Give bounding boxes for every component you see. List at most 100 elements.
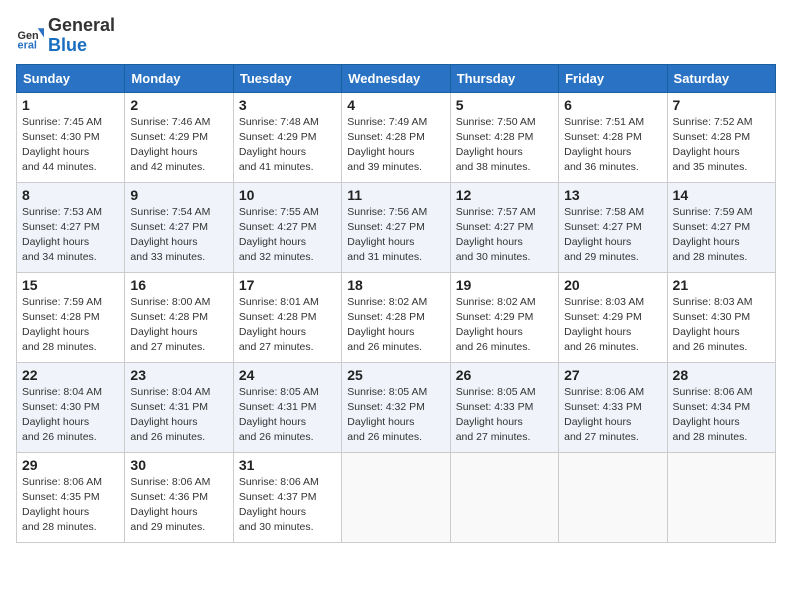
day-number: 12: [456, 187, 553, 203]
day-number: 22: [22, 367, 119, 383]
day-number: 30: [130, 457, 227, 473]
day-info: Sunrise: 8:02 AM Sunset: 4:28 PM Dayligh…: [347, 295, 444, 356]
calendar-cell: 7 Sunrise: 7:52 AM Sunset: 4:28 PM Dayli…: [667, 92, 775, 182]
calendar-header-sunday: Sunday: [17, 64, 125, 92]
day-info: Sunrise: 7:58 AM Sunset: 4:27 PM Dayligh…: [564, 205, 661, 266]
calendar-week-5: 29 Sunrise: 8:06 AM Sunset: 4:35 PM Dayl…: [17, 452, 776, 542]
day-info: Sunrise: 7:48 AM Sunset: 4:29 PM Dayligh…: [239, 115, 336, 176]
calendar-cell: 26 Sunrise: 8:05 AM Sunset: 4:33 PM Dayl…: [450, 362, 558, 452]
calendar-cell: 11 Sunrise: 7:56 AM Sunset: 4:27 PM Dayl…: [342, 182, 450, 272]
calendar-cell: 9 Sunrise: 7:54 AM Sunset: 4:27 PM Dayli…: [125, 182, 233, 272]
calendar-week-3: 15 Sunrise: 7:59 AM Sunset: 4:28 PM Dayl…: [17, 272, 776, 362]
day-info: Sunrise: 8:06 AM Sunset: 4:33 PM Dayligh…: [564, 385, 661, 446]
calendar-header-friday: Friday: [559, 64, 667, 92]
day-info: Sunrise: 7:46 AM Sunset: 4:29 PM Dayligh…: [130, 115, 227, 176]
calendar-cell: 29 Sunrise: 8:06 AM Sunset: 4:35 PM Dayl…: [17, 452, 125, 542]
calendar-header-tuesday: Tuesday: [233, 64, 341, 92]
day-info: Sunrise: 8:00 AM Sunset: 4:28 PM Dayligh…: [130, 295, 227, 356]
day-number: 25: [347, 367, 444, 383]
calendar: SundayMondayTuesdayWednesdayThursdayFrid…: [16, 64, 776, 543]
calendar-cell: 22 Sunrise: 8:04 AM Sunset: 4:30 PM Dayl…: [17, 362, 125, 452]
calendar-cell: [450, 452, 558, 542]
day-info: Sunrise: 8:05 AM Sunset: 4:31 PM Dayligh…: [239, 385, 336, 446]
day-number: 14: [673, 187, 770, 203]
calendar-cell: 4 Sunrise: 7:49 AM Sunset: 4:28 PM Dayli…: [342, 92, 450, 182]
day-number: 6: [564, 97, 661, 113]
day-info: Sunrise: 7:57 AM Sunset: 4:27 PM Dayligh…: [456, 205, 553, 266]
day-number: 28: [673, 367, 770, 383]
calendar-cell: 15 Sunrise: 7:59 AM Sunset: 4:28 PM Dayl…: [17, 272, 125, 362]
calendar-cell: 6 Sunrise: 7:51 AM Sunset: 4:28 PM Dayli…: [559, 92, 667, 182]
day-info: Sunrise: 7:49 AM Sunset: 4:28 PM Dayligh…: [347, 115, 444, 176]
calendar-cell: 10 Sunrise: 7:55 AM Sunset: 4:27 PM Dayl…: [233, 182, 341, 272]
calendar-cell: [342, 452, 450, 542]
calendar-cell: 1 Sunrise: 7:45 AM Sunset: 4:30 PM Dayli…: [17, 92, 125, 182]
day-info: Sunrise: 8:06 AM Sunset: 4:36 PM Dayligh…: [130, 475, 227, 536]
day-number: 5: [456, 97, 553, 113]
calendar-header-wednesday: Wednesday: [342, 64, 450, 92]
calendar-cell: 2 Sunrise: 7:46 AM Sunset: 4:29 PM Dayli…: [125, 92, 233, 182]
logo: Gen eral GeneralBlue: [16, 16, 115, 56]
day-number: 16: [130, 277, 227, 293]
day-info: Sunrise: 7:52 AM Sunset: 4:28 PM Dayligh…: [673, 115, 770, 176]
day-number: 11: [347, 187, 444, 203]
calendar-cell: 14 Sunrise: 7:59 AM Sunset: 4:27 PM Dayl…: [667, 182, 775, 272]
calendar-week-2: 8 Sunrise: 7:53 AM Sunset: 4:27 PM Dayli…: [17, 182, 776, 272]
calendar-header-row: SundayMondayTuesdayWednesdayThursdayFrid…: [17, 64, 776, 92]
calendar-cell: 16 Sunrise: 8:00 AM Sunset: 4:28 PM Dayl…: [125, 272, 233, 362]
calendar-week-1: 1 Sunrise: 7:45 AM Sunset: 4:30 PM Dayli…: [17, 92, 776, 182]
day-info: Sunrise: 8:04 AM Sunset: 4:31 PM Dayligh…: [130, 385, 227, 446]
calendar-cell: [559, 452, 667, 542]
day-number: 19: [456, 277, 553, 293]
day-info: Sunrise: 7:56 AM Sunset: 4:27 PM Dayligh…: [347, 205, 444, 266]
header: Gen eral GeneralBlue: [16, 16, 776, 56]
day-info: Sunrise: 8:02 AM Sunset: 4:29 PM Dayligh…: [456, 295, 553, 356]
calendar-cell: 17 Sunrise: 8:01 AM Sunset: 4:28 PM Dayl…: [233, 272, 341, 362]
day-info: Sunrise: 7:59 AM Sunset: 4:27 PM Dayligh…: [673, 205, 770, 266]
day-number: 24: [239, 367, 336, 383]
day-info: Sunrise: 8:06 AM Sunset: 4:34 PM Dayligh…: [673, 385, 770, 446]
calendar-cell: 19 Sunrise: 8:02 AM Sunset: 4:29 PM Dayl…: [450, 272, 558, 362]
day-info: Sunrise: 7:51 AM Sunset: 4:28 PM Dayligh…: [564, 115, 661, 176]
day-number: 27: [564, 367, 661, 383]
day-number: 23: [130, 367, 227, 383]
day-number: 7: [673, 97, 770, 113]
calendar-header-saturday: Saturday: [667, 64, 775, 92]
calendar-cell: 31 Sunrise: 8:06 AM Sunset: 4:37 PM Dayl…: [233, 452, 341, 542]
calendar-cell: 12 Sunrise: 7:57 AM Sunset: 4:27 PM Dayl…: [450, 182, 558, 272]
logo-text: GeneralBlue: [48, 16, 115, 56]
calendar-cell: 27 Sunrise: 8:06 AM Sunset: 4:33 PM Dayl…: [559, 362, 667, 452]
day-info: Sunrise: 7:54 AM Sunset: 4:27 PM Dayligh…: [130, 205, 227, 266]
calendar-cell: 23 Sunrise: 8:04 AM Sunset: 4:31 PM Dayl…: [125, 362, 233, 452]
calendar-cell: 3 Sunrise: 7:48 AM Sunset: 4:29 PM Dayli…: [233, 92, 341, 182]
day-info: Sunrise: 7:55 AM Sunset: 4:27 PM Dayligh…: [239, 205, 336, 266]
day-info: Sunrise: 7:45 AM Sunset: 4:30 PM Dayligh…: [22, 115, 119, 176]
day-number: 20: [564, 277, 661, 293]
day-info: Sunrise: 7:59 AM Sunset: 4:28 PM Dayligh…: [22, 295, 119, 356]
day-info: Sunrise: 7:53 AM Sunset: 4:27 PM Dayligh…: [22, 205, 119, 266]
day-number: 17: [239, 277, 336, 293]
calendar-cell: 30 Sunrise: 8:06 AM Sunset: 4:36 PM Dayl…: [125, 452, 233, 542]
day-info: Sunrise: 7:50 AM Sunset: 4:28 PM Dayligh…: [456, 115, 553, 176]
calendar-cell: 21 Sunrise: 8:03 AM Sunset: 4:30 PM Dayl…: [667, 272, 775, 362]
calendar-header-thursday: Thursday: [450, 64, 558, 92]
day-info: Sunrise: 8:05 AM Sunset: 4:32 PM Dayligh…: [347, 385, 444, 446]
day-number: 9: [130, 187, 227, 203]
day-number: 13: [564, 187, 661, 203]
day-number: 8: [22, 187, 119, 203]
day-number: 2: [130, 97, 227, 113]
day-info: Sunrise: 8:01 AM Sunset: 4:28 PM Dayligh…: [239, 295, 336, 356]
calendar-cell: 13 Sunrise: 7:58 AM Sunset: 4:27 PM Dayl…: [559, 182, 667, 272]
calendar-cell: 28 Sunrise: 8:06 AM Sunset: 4:34 PM Dayl…: [667, 362, 775, 452]
calendar-cell: 24 Sunrise: 8:05 AM Sunset: 4:31 PM Dayl…: [233, 362, 341, 452]
day-number: 21: [673, 277, 770, 293]
calendar-week-4: 22 Sunrise: 8:04 AM Sunset: 4:30 PM Dayl…: [17, 362, 776, 452]
day-number: 1: [22, 97, 119, 113]
calendar-cell: 18 Sunrise: 8:02 AM Sunset: 4:28 PM Dayl…: [342, 272, 450, 362]
day-number: 29: [22, 457, 119, 473]
day-info: Sunrise: 8:03 AM Sunset: 4:30 PM Dayligh…: [673, 295, 770, 356]
day-number: 18: [347, 277, 444, 293]
day-number: 10: [239, 187, 336, 203]
day-info: Sunrise: 8:06 AM Sunset: 4:37 PM Dayligh…: [239, 475, 336, 536]
day-number: 4: [347, 97, 444, 113]
